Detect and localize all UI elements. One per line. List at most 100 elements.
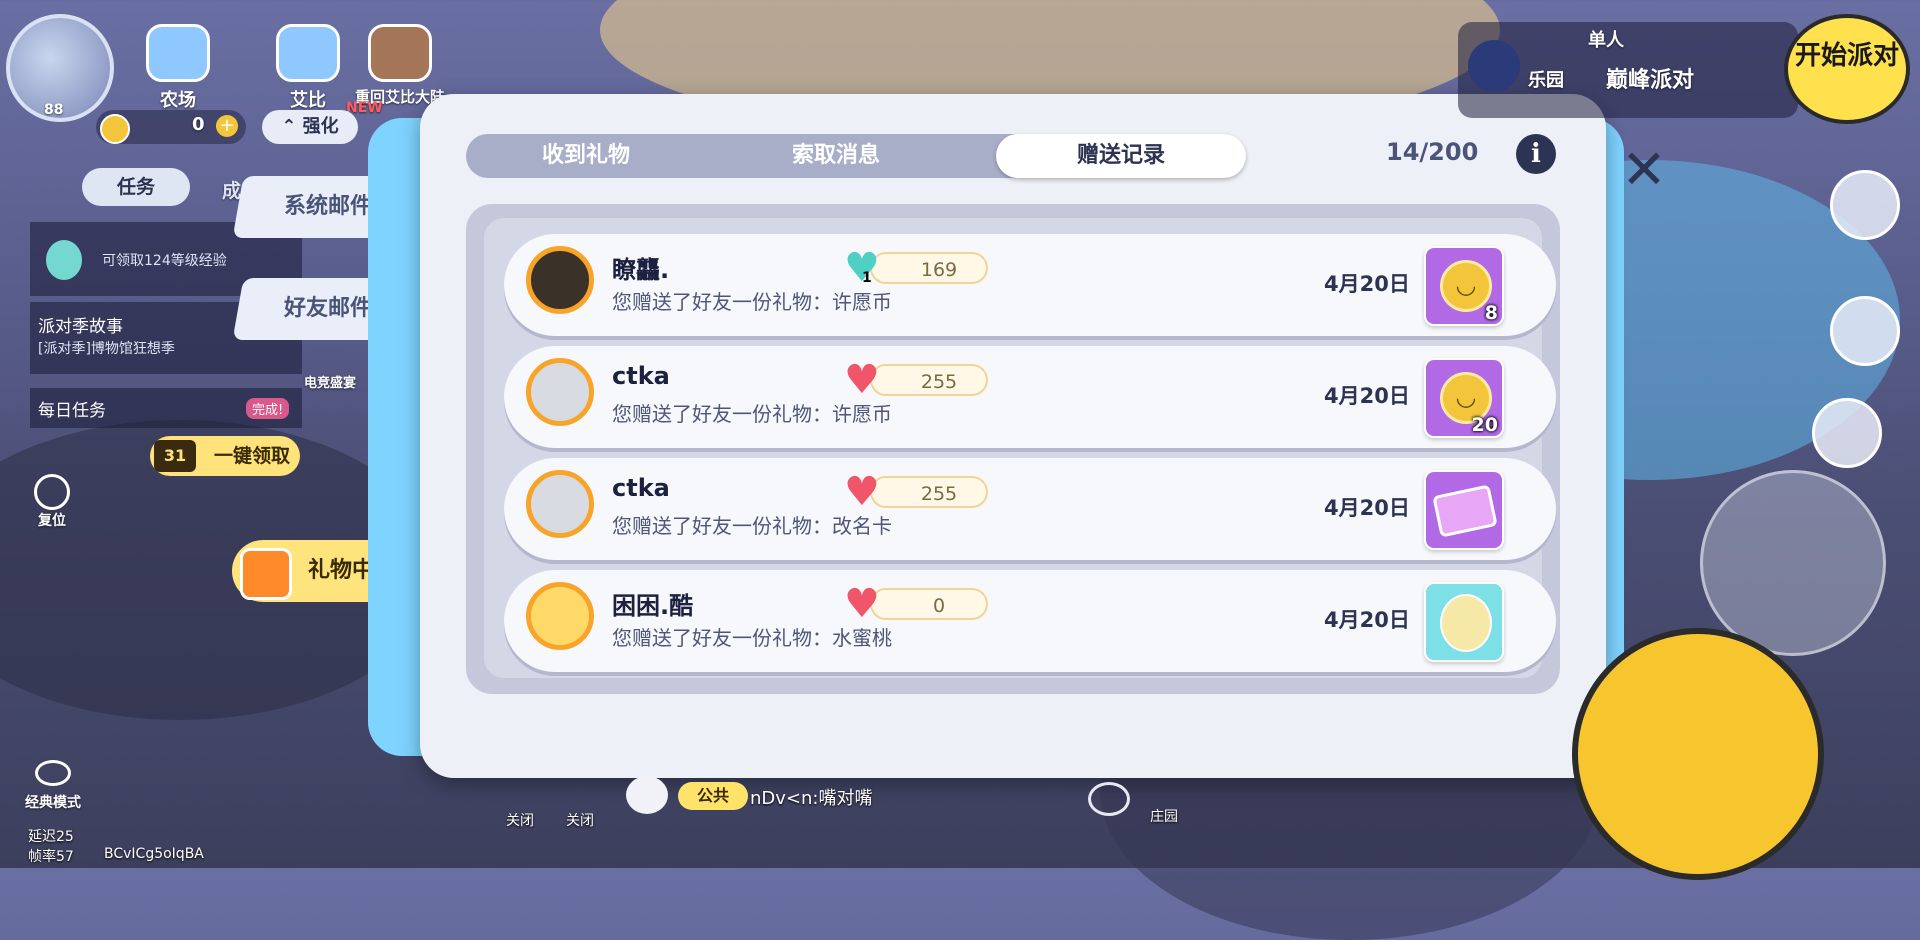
- item-count: 8: [1484, 302, 1498, 324]
- rename-card-icon: [1432, 484, 1498, 538]
- friend-avatar[interactable]: [526, 246, 594, 314]
- intimacy-value: 255: [870, 364, 988, 396]
- friend-avatar[interactable]: [526, 470, 594, 538]
- party-name: 巅峰派对: [1606, 68, 1695, 93]
- gift-record-modal: 收到礼物 索取消息 赠送记录 14/200 i 瞭龘. 169 ♥ 1 您赠送了…: [420, 94, 1606, 778]
- manor-label[interactable]: 庄园: [1150, 806, 1178, 826]
- task-tab[interactable]: 任务: [82, 168, 190, 206]
- record-list-panel: 瞭龘. 169 ♥ 1 您赠送了好友一份礼物：许愿币 4月20日 ◡ 8 ctk…: [466, 204, 1560, 694]
- gift-description: 您赠送了好友一份礼物：许愿币: [612, 402, 892, 426]
- heart-badge: 1: [862, 270, 872, 286]
- coin-count: 0: [192, 114, 205, 135]
- quest-daily-status: 完成!: [246, 398, 290, 419]
- gift-icon: [240, 548, 292, 600]
- gift-description: 您赠送了好友一份礼物：许愿币: [612, 290, 892, 314]
- peach-icon: [1440, 594, 1492, 652]
- potion-icon: [46, 240, 82, 280]
- record-list[interactable]: 瞭龘. 169 ♥ 1 您赠送了好友一份礼物：许愿币 4月20日 ◡ 8 ctk…: [484, 218, 1556, 678]
- box-icon[interactable]: [1830, 170, 1900, 240]
- gift-date: 4月20日: [1324, 272, 1410, 296]
- farm-button[interactable]: 农场: [138, 24, 218, 114]
- classic-mode-button[interactable]: 经典模式: [18, 760, 88, 816]
- gift-description: 您赠送了好友一份礼物：水蜜桃: [612, 626, 892, 650]
- tab-request-messages[interactable]: 索取消息: [716, 134, 956, 178]
- mode-label: 单人: [1588, 30, 1624, 51]
- party-mode-panel[interactable]: 单人 巅峰派对 乐园: [1458, 22, 1798, 118]
- modal-tabs: 收到礼物 索取消息 赠送记录: [466, 134, 1246, 178]
- player-level: 88: [44, 102, 64, 118]
- list-item[interactable]: 瞭龘. 169 ♥ 1 您赠送了好友一份礼物：许愿币 4月20日 ◡ 8: [504, 234, 1556, 336]
- item-count: 20: [1471, 414, 1498, 436]
- chat-icon[interactable]: [626, 776, 668, 814]
- reset-icon: [34, 474, 70, 510]
- add-coin-button[interactable]: +: [216, 115, 238, 137]
- quest-exp-label: 可领取124等级经验: [102, 253, 227, 269]
- heart-icon: ♥: [844, 357, 880, 403]
- friend-mail-label: 好友邮件: [283, 296, 372, 321]
- coin-bar: 0 +: [96, 110, 246, 144]
- esports-label: 电竞盛宴: [304, 376, 357, 391]
- farm-label: 农场: [160, 90, 196, 111]
- quest-story-sub: [派对季]博物馆狂想季: [38, 341, 175, 357]
- chat-message: nDv<n:嘴对嘴: [750, 788, 873, 809]
- intimacy-value: 255: [870, 476, 988, 508]
- user-code: BCvICg5oIqBA: [104, 846, 204, 862]
- friend-name: 瞭龘.: [612, 256, 670, 284]
- list-item[interactable]: 困困.酷 0 ♥ 您赠送了好友一份礼物：水蜜桃 4月20日: [504, 570, 1556, 672]
- quest-daily-title: 每日任务: [38, 401, 106, 421]
- close-button[interactable]: ✕: [1614, 140, 1674, 200]
- cat-icon: [276, 24, 340, 82]
- wrench-icon: [1468, 40, 1520, 92]
- jump-action-button[interactable]: [1572, 628, 1824, 880]
- fps-label: 帧率57: [28, 849, 74, 865]
- close-voice-label[interactable]: 关闭: [506, 810, 534, 830]
- tab-received-gifts[interactable]: 收到礼物: [466, 134, 706, 178]
- friend-avatar[interactable]: [526, 582, 594, 650]
- heart-icon: ♥: [844, 469, 880, 515]
- abby-label: 艾比: [290, 90, 326, 111]
- farm-icon: [146, 24, 210, 82]
- abby-button[interactable]: 艾比: [268, 24, 348, 114]
- gift-date: 4月20日: [1324, 496, 1410, 520]
- shoe-icon[interactable]: [1830, 296, 1900, 366]
- strengthen-label: 强化: [302, 116, 339, 137]
- record-counter: 14/200: [1386, 138, 1479, 166]
- speech-bubble-icon[interactable]: [1088, 782, 1130, 816]
- peach-item[interactable]: [1424, 582, 1504, 662]
- quest-story-title: 派对季故事: [38, 317, 123, 337]
- achievement-tab[interactable]: 成: [222, 176, 241, 203]
- intimacy-value: 0: [870, 588, 988, 620]
- friend-avatar[interactable]: [526, 358, 594, 426]
- reset-label: 复位: [38, 513, 66, 529]
- friend-name: 困困.酷: [612, 592, 694, 620]
- gift-date: 4月20日: [1324, 384, 1410, 408]
- close-mic-label[interactable]: 关闭: [566, 810, 594, 830]
- manor-short: 乐园: [1528, 70, 1564, 91]
- rename-card-item[interactable]: [1424, 470, 1504, 550]
- list-item[interactable]: ctka 255 ♥ 您赠送了好友一份礼物：改名卡 4月20日: [504, 458, 1556, 560]
- friend-name: ctka: [612, 474, 670, 502]
- claim-count-badge: 31: [154, 440, 196, 472]
- wish-coin-item[interactable]: ◡ 20: [1424, 358, 1504, 438]
- info-icon[interactable]: i: [1516, 134, 1556, 174]
- friend-name: ctka: [612, 362, 670, 390]
- gift-description: 您赠送了好友一份礼物：改名卡: [612, 514, 892, 538]
- eye-icon: [35, 760, 71, 786]
- quest-item-daily[interactable]: 每日任务 完成!: [30, 388, 302, 428]
- chat-channel-public[interactable]: 公共: [678, 782, 748, 810]
- start-party-button[interactable]: 开始派对: [1784, 14, 1910, 124]
- coin-icon: [100, 114, 130, 144]
- wish-coin-item[interactable]: ◡ 8: [1424, 246, 1504, 326]
- intimacy-value: 169: [870, 252, 988, 284]
- latency-label: 延迟25: [28, 829, 74, 845]
- reset-button[interactable]: 复位: [30, 474, 74, 530]
- list-item[interactable]: ctka 255 ♥ 您赠送了好友一份礼物：许愿币 4月20日 ◡ 20: [504, 346, 1556, 448]
- bear-icon: [368, 24, 432, 82]
- gift-date: 4月20日: [1324, 608, 1410, 632]
- system-mail-label: 系统邮件: [283, 194, 372, 219]
- emote-button[interactable]: [1700, 470, 1886, 656]
- strengthen-button[interactable]: ⌃ 强化: [262, 110, 358, 144]
- classic-mode-label: 经典模式: [25, 795, 81, 811]
- sunglasses-icon[interactable]: [1812, 398, 1882, 468]
- tab-send-records[interactable]: 赠送记录: [996, 134, 1246, 178]
